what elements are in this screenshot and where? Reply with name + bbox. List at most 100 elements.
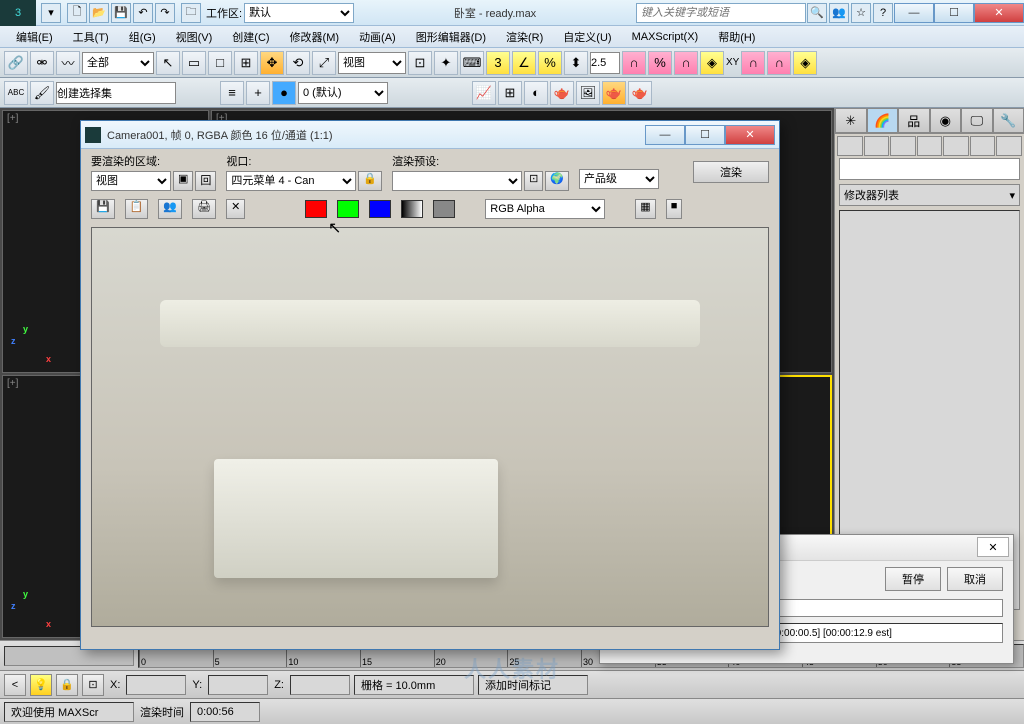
render-preset-select[interactable]	[392, 171, 522, 191]
spinner-value-input[interactable]	[590, 52, 620, 74]
render-iterative-button[interactable]: 🫖	[628, 81, 652, 105]
new-button[interactable]: 🗋	[67, 3, 87, 23]
render-close-button[interactable]: ✕	[725, 125, 775, 145]
menu-modifiers[interactable]: 修改器(M)	[280, 27, 350, 47]
copy-image-button[interactable]: 📋	[125, 199, 149, 219]
refsys-select[interactable]: 视图	[338, 52, 406, 74]
menu-tools[interactable]: 工具(T)	[63, 27, 119, 47]
layer-button[interactable]: ◈	[700, 51, 724, 75]
create-tab[interactable]: ✳	[835, 108, 867, 133]
motion-tab[interactable]: ◉	[930, 108, 962, 133]
area-to-render-select[interactable]: 视图	[91, 171, 171, 191]
snap-xy-button[interactable]: ∩	[741, 51, 765, 75]
environment-button[interactable]: 🌍	[545, 171, 569, 191]
scale-button[interactable]: ⤢	[312, 51, 336, 75]
modify-tab[interactable]: 🌈	[867, 108, 899, 133]
mono-channel-button[interactable]	[433, 200, 455, 218]
menu-render[interactable]: 渲染(R)	[496, 27, 553, 47]
quick-render-button[interactable]: 🫖	[602, 81, 626, 105]
channel-select[interactable]: RGB Alpha	[485, 199, 605, 219]
menu-create[interactable]: 创建(C)	[222, 27, 279, 47]
red-channel-button[interactable]	[305, 200, 327, 218]
toggle-overlay-button[interactable]: ▦	[635, 199, 655, 219]
menu-maxscript[interactable]: MAXScript(X)	[622, 29, 709, 45]
render-output-canvas[interactable]	[91, 227, 769, 627]
angle-snap-button[interactable]: ∠	[512, 51, 536, 75]
layer-manager-button[interactable]: ≡	[220, 81, 244, 105]
render-button[interactable]: 渲染	[693, 161, 769, 183]
brush-button[interactable]: 🖌	[30, 81, 54, 105]
favorite-button[interactable]: ☆	[851, 3, 871, 23]
help-button[interactable]: ?	[873, 3, 893, 23]
bind-spacewarp-button[interactable]: 〰	[56, 51, 80, 75]
minimize-button[interactable]: —	[894, 3, 934, 23]
schematic-button[interactable]: ⊞	[498, 81, 522, 105]
select-name-button[interactable]: ▭	[182, 51, 206, 75]
window-crossing-button[interactable]: ⊞	[234, 51, 258, 75]
unlink-button[interactable]: ⚮	[30, 51, 54, 75]
rotate-button[interactable]: ⟲	[286, 51, 310, 75]
layer-add-button[interactable]: +	[246, 81, 270, 105]
edit-region-button[interactable]: ▣	[173, 171, 193, 191]
render-window-titlebar[interactable]: Camera001, 帧 0, RGBA 颜色 16 位/通道 (1:1) — …	[81, 121, 779, 149]
display-tab[interactable]: 🖵	[961, 108, 993, 133]
menu-edit[interactable]: 编辑(E)	[6, 27, 63, 47]
print-button[interactable]: 🖨	[192, 199, 216, 219]
maxscript-mini-button[interactable]: <	[4, 674, 26, 696]
toggle-ui-button[interactable]: ■	[666, 199, 683, 219]
sub-2[interactable]	[864, 136, 890, 156]
modifier-list-dropdown[interactable]: 修改器列表 ▾	[839, 184, 1020, 206]
snap-3-button[interactable]: ◈	[793, 51, 817, 75]
mirror-button[interactable]: %	[648, 51, 672, 75]
help-search-input[interactable]	[636, 3, 806, 23]
menu-group[interactable]: 组(G)	[119, 27, 166, 47]
communication-button[interactable]: 👥	[829, 3, 849, 23]
sub-3[interactable]	[890, 136, 916, 156]
snap-2-button[interactable]: ∩	[767, 51, 791, 75]
redo-button[interactable]: ↷	[155, 3, 175, 23]
menu-customize[interactable]: 自定义(U)	[553, 27, 621, 47]
save-button[interactable]: 💾	[111, 3, 131, 23]
material-editor-button[interactable]: ◐	[524, 81, 548, 105]
curve-editor-button[interactable]: 📈	[472, 81, 496, 105]
save-image-button[interactable]: 💾	[91, 199, 115, 219]
progress-close-button[interactable]: ✕	[977, 537, 1009, 557]
abc-button[interactable]: ABC	[4, 81, 28, 105]
workspace-select[interactable]: 默认	[244, 3, 354, 23]
project-button[interactable]: 🗀	[181, 3, 201, 23]
viewport-select[interactable]: 四元菜单 4 - Can	[226, 171, 356, 191]
z-input[interactable]	[290, 675, 350, 695]
render-minimize-button[interactable]: —	[645, 125, 685, 145]
clone-button[interactable]: 👥	[158, 199, 182, 219]
select-object-button[interactable]: ↖	[156, 51, 180, 75]
render-maximize-button[interactable]: ☐	[685, 125, 725, 145]
object-name-input[interactable]	[839, 158, 1020, 180]
link-button[interactable]: 🔗	[4, 51, 28, 75]
undo-button[interactable]: ↶	[133, 3, 153, 23]
maximize-button[interactable]: ☐	[934, 3, 974, 23]
layer-props-button[interactable]: ●	[272, 81, 296, 105]
hierarchy-tab[interactable]: 品	[898, 108, 930, 133]
search-button[interactable]: 🔍	[807, 3, 827, 23]
green-channel-button[interactable]	[337, 200, 359, 218]
sub-7[interactable]	[996, 136, 1022, 156]
pause-button[interactable]: 暂停	[885, 567, 941, 591]
y-input[interactable]	[208, 675, 268, 695]
sub-5[interactable]	[943, 136, 969, 156]
sub-4[interactable]	[917, 136, 943, 156]
spinner-snap-button[interactable]: ⬍	[564, 51, 588, 75]
sub-1[interactable]	[837, 136, 863, 156]
align-button[interactable]: ∩	[674, 51, 698, 75]
use-center-button[interactable]: ⊡	[408, 51, 432, 75]
percent-snap-button[interactable]: %	[538, 51, 562, 75]
x-input[interactable]	[126, 675, 186, 695]
menu-animation[interactable]: 动画(A)	[349, 27, 406, 47]
move-button[interactable]: ✥	[260, 51, 284, 75]
manipulate-button[interactable]: ✦	[434, 51, 458, 75]
edit-named-sel-button[interactable]: ∩	[622, 51, 646, 75]
selection-filter-select[interactable]: 全部	[82, 52, 154, 74]
cancel-button[interactable]: 取消	[947, 567, 1003, 591]
production-select[interactable]: 产品级	[579, 169, 659, 189]
menu-views[interactable]: 视图(V)	[166, 27, 223, 47]
alpha-channel-button[interactable]	[401, 200, 423, 218]
